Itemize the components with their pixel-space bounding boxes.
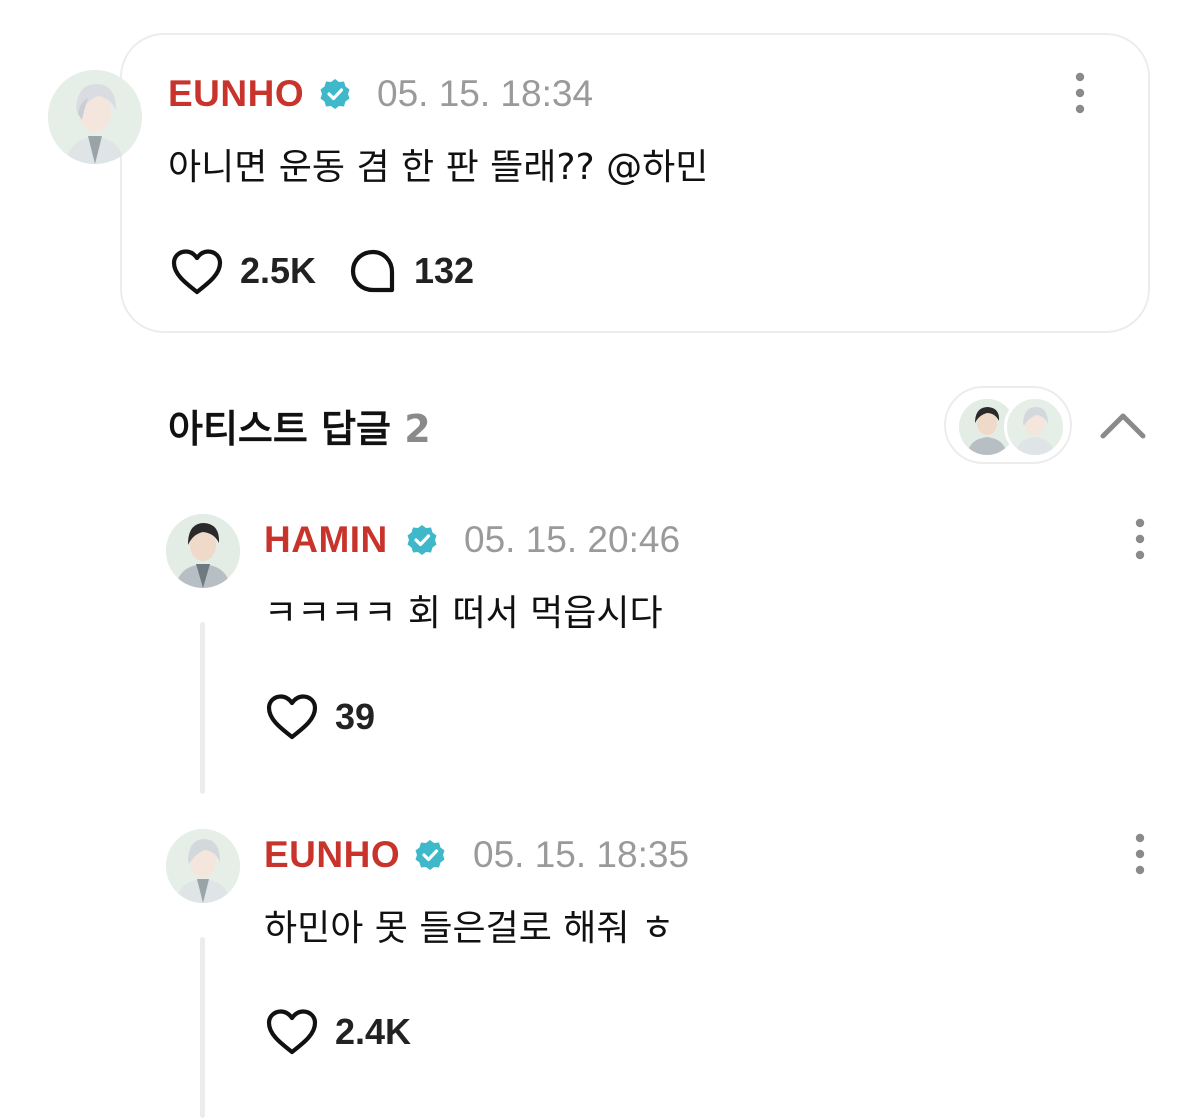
reply-text: ㅋㅋㅋㅋ 회 떠서 먹읍시다 <box>264 593 663 634</box>
artist-replies-label: 아티스트 답글 <box>168 407 391 451</box>
more-vertical-icon[interactable] <box>1128 517 1152 561</box>
avatar-hamin[interactable] <box>166 514 240 588</box>
post-text: 아니면 운동 겸 한 판 뜰래?? @하민 <box>168 147 709 188</box>
artist-avatars-group[interactable] <box>944 386 1072 464</box>
thread-line <box>200 937 205 1118</box>
avatar-eunho[interactable] <box>48 70 142 164</box>
reply-like-count: 39 <box>335 696 376 737</box>
comment-icon[interactable] <box>349 248 397 296</box>
chevron-up-icon[interactable] <box>1099 410 1147 440</box>
verified-badge-icon <box>407 525 437 555</box>
reply-like-count: 2.4K <box>335 1011 412 1052</box>
heart-icon[interactable] <box>265 1008 319 1056</box>
post-comment-count: 132 <box>414 250 475 291</box>
reply-username[interactable]: HAMIN <box>264 519 388 561</box>
post-like-count: 2.5K <box>240 250 317 291</box>
heart-icon[interactable] <box>170 248 224 296</box>
avatar-eunho[interactable] <box>166 829 240 903</box>
mini-avatar-eunho <box>1004 396 1066 458</box>
reply-timestamp: 05. 15. 20:46 <box>464 519 681 560</box>
more-vertical-icon[interactable] <box>1068 71 1092 115</box>
verified-badge-icon <box>415 840 445 870</box>
post-timestamp: 05. 15. 18:34 <box>377 73 594 114</box>
thread-line <box>200 622 205 794</box>
verified-badge-icon <box>320 79 350 109</box>
artist-replies-title: 아티스트 답글 2 <box>168 398 431 453</box>
reply-text: 하민아 못 들은걸로 해줘 ㅎ <box>264 908 675 949</box>
artist-replies-count: 2 <box>404 407 431 451</box>
reply-timestamp: 05. 15. 18:35 <box>473 834 690 875</box>
post-username[interactable]: EUNHO <box>168 73 304 115</box>
more-vertical-icon[interactable] <box>1128 832 1152 876</box>
reply-username[interactable]: EUNHO <box>264 834 400 876</box>
heart-icon[interactable] <box>265 693 319 741</box>
